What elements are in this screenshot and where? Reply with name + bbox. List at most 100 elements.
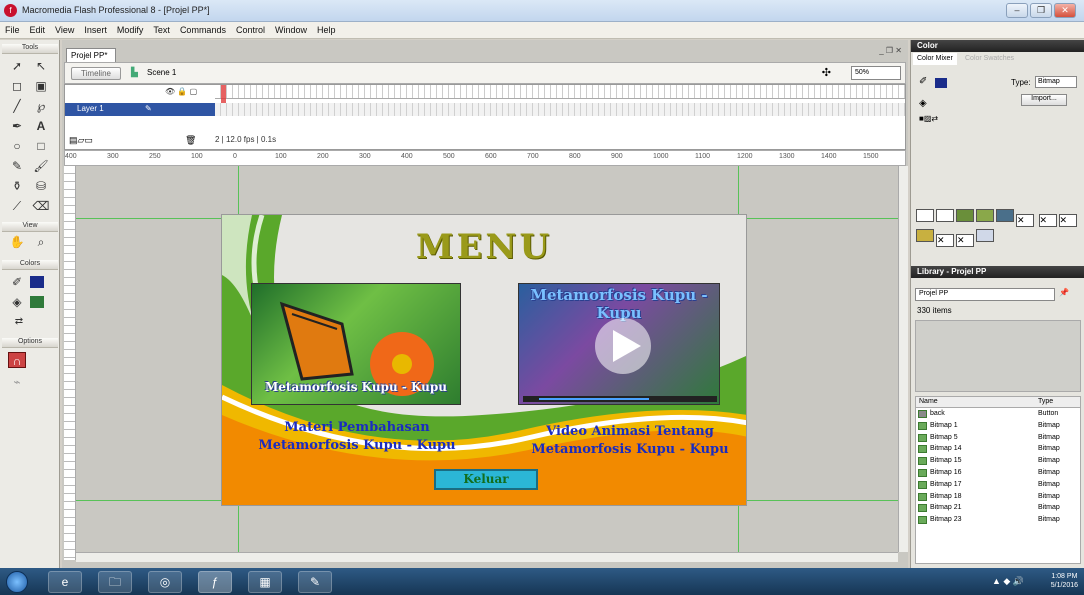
bitmap-swatch[interactable] [976, 209, 994, 222]
fill-color-icon[interactable]: ◈ [919, 98, 927, 109]
list-item[interactable]: Bitmap 23 Bitmap [916, 514, 1080, 526]
exit-button[interactable]: Keluar [434, 469, 538, 490]
edit-symbols-icon[interactable]: ✣ [822, 66, 831, 79]
list-item[interactable]: Bitmap 1 Bitmap [916, 420, 1080, 432]
bitmap-swatch[interactable]: ✕ [1038, 214, 1057, 227]
lasso-tool-icon[interactable]: ℘ [32, 98, 50, 114]
folder-icon[interactable]: 🗀 [98, 571, 132, 593]
text-tool-icon[interactable]: A [32, 118, 50, 134]
document-window-controls[interactable]: _ ❐ ✕ [879, 46, 902, 55]
butterfly-image-left[interactable]: Metamorfosis Kupu - Kupu [251, 283, 461, 405]
line-tool-icon[interactable]: ╱ [8, 98, 26, 114]
horizontal-scrollbar[interactable] [76, 552, 898, 562]
list-item[interactable]: Bitmap 17 Bitmap [916, 479, 1080, 491]
list-item[interactable]: Bitmap 18 Bitmap [916, 491, 1080, 503]
tray-icons[interactable]: ▲ ◆ 🔊 [992, 576, 1024, 587]
bitmap-swatch[interactable]: ✕ [956, 234, 974, 247]
image-viewer-icon[interactable]: ▦ [248, 571, 282, 593]
tab-color-swatches[interactable]: Color Swatches [961, 53, 1018, 65]
mixer-stroke-swatch[interactable] [935, 78, 947, 88]
column-type[interactable]: Type [1038, 398, 1053, 405]
bitmap-swatch[interactable] [916, 229, 934, 242]
start-button[interactable] [6, 571, 28, 593]
stroke-color-swatch[interactable] [30, 276, 44, 288]
fill-type-select[interactable]: Bitmap [1035, 76, 1077, 88]
library-document-select[interactable]: Projel PP [915, 288, 1055, 301]
timeline-toggle-button[interactable]: Timeline [71, 67, 121, 80]
free-transform-tool-icon[interactable]: ◻ [8, 78, 26, 94]
bitmap-swatch[interactable]: ✕ [936, 234, 954, 247]
fill-transform-tool-icon[interactable]: ▣ [32, 78, 50, 94]
bitmap-swatch[interactable]: ✕ [1058, 214, 1077, 227]
swap-colors-icon[interactable]: ⇄ [10, 314, 28, 330]
list-item[interactable]: Bitmap 21 Bitmap [916, 502, 1080, 514]
brush-tool-icon[interactable]: 🖌 [32, 158, 50, 174]
bitmap-swatch[interactable]: ✕ [1016, 214, 1034, 227]
list-item[interactable]: Bitmap 15 Bitmap [916, 455, 1080, 467]
import-button[interactable]: Import... [1021, 94, 1067, 106]
materi-button[interactable]: Materi Pembahasan Metamorfosis Kupu - Ku… [252, 419, 462, 455]
video-button[interactable]: Video Animasi Tentang Metamorfosis Kupu … [520, 423, 740, 459]
eyedropper-tool-icon[interactable]: ⟋ [8, 198, 26, 214]
menu-help[interactable]: Help [312, 22, 341, 35]
layer-visibility-icons[interactable]: 👁 🔒 ▢ [165, 87, 197, 96]
fill-color-swatch[interactable] [30, 296, 44, 308]
menu-file[interactable]: File [0, 22, 25, 35]
ie-icon[interactable]: e [48, 571, 82, 593]
video-thumbnail[interactable]: Metamorfosis Kupu - Kupu [518, 283, 720, 405]
menu-edit[interactable]: Edit [25, 22, 51, 35]
color-mode-icons[interactable]: ■▨⇄ [919, 114, 938, 123]
hand-tool-icon[interactable]: ✋ [8, 234, 26, 250]
eraser-tool-icon[interactable]: ⌫ [32, 198, 50, 214]
tab-color-mixer[interactable]: Color Mixer [913, 53, 957, 65]
menu-window[interactable]: Window [270, 22, 312, 35]
rectangle-tool-icon[interactable]: □ [32, 138, 50, 154]
paint-bucket-tool-icon[interactable]: ⛁ [32, 178, 50, 194]
maximize-button[interactable]: ❐ [1030, 3, 1052, 18]
menu-control[interactable]: Control [231, 22, 270, 35]
list-item[interactable]: Bitmap 14 Bitmap [916, 443, 1080, 455]
layer-row[interactable]: Layer 1 ✎ [65, 103, 215, 116]
list-item[interactable]: Bitmap 16 Bitmap [916, 467, 1080, 479]
fill-color-icon[interactable]: ◈ [8, 294, 26, 310]
stroke-color-icon[interactable]: ✐ [919, 76, 927, 87]
menu-insert[interactable]: Insert [79, 22, 112, 35]
menu-commands[interactable]: Commands [175, 22, 231, 35]
document-tab[interactable]: Projel PP* [66, 48, 116, 62]
oval-tool-icon[interactable]: ○ [8, 138, 26, 154]
list-item[interactable]: Bitmap 5 Bitmap [916, 432, 1080, 444]
paint-icon[interactable]: ✎ [298, 571, 332, 593]
ink-bottle-tool-icon[interactable]: ⚱ [8, 178, 26, 194]
frame-cells[interactable] [215, 103, 905, 116]
bitmap-swatch[interactable] [916, 209, 934, 222]
bitmap-swatch[interactable] [936, 209, 954, 222]
bitmap-swatch[interactable] [996, 209, 1014, 222]
zoom-select[interactable]: 50% [851, 66, 901, 80]
stroke-color-icon[interactable]: ✐ [8, 274, 26, 290]
library-panel-header[interactable]: Library - Projel PP [911, 266, 1084, 278]
pen-tool-icon[interactable]: ✒ [8, 118, 26, 134]
scene-label[interactable]: Scene 1 [147, 68, 176, 77]
vertical-scrollbar[interactable] [898, 166, 908, 552]
pin-library-icon[interactable]: 📌 [1059, 288, 1069, 297]
menu-text[interactable]: Text [148, 22, 175, 35]
menu-modify[interactable]: Modify [112, 22, 149, 35]
stage[interactable]: MENU Metamorfosis Kupu - Kupu Metamorfos… [221, 214, 747, 506]
snap-magnet-icon[interactable]: ∩ [8, 352, 26, 368]
selection-tool-icon[interactable]: ➚ [8, 58, 26, 74]
smooth-option-icon[interactable]: ⌁ [8, 374, 26, 390]
system-clock[interactable]: 1:08 PM 5/1/2016 [1051, 572, 1078, 590]
chrome-icon[interactable]: ◎ [148, 571, 182, 593]
close-button[interactable]: ✕ [1054, 3, 1076, 18]
minimize-button[interactable]: – [1006, 3, 1028, 18]
color-panel-header[interactable]: Color [911, 40, 1084, 52]
flash-taskbar-icon[interactable]: ƒ [198, 571, 232, 593]
insert-layer-icon[interactable]: ▤▱▭ [69, 135, 93, 146]
subselection-tool-icon[interactable]: ↖ [32, 58, 50, 74]
delete-layer-icon[interactable]: 🗑 [185, 135, 196, 146]
column-name[interactable]: Name [919, 398, 938, 405]
menu-view[interactable]: View [50, 22, 79, 35]
zoom-tool-icon[interactable]: ⌕ [32, 234, 50, 250]
bitmap-swatch[interactable] [956, 209, 974, 222]
list-item[interactable]: back Button [916, 408, 1080, 420]
